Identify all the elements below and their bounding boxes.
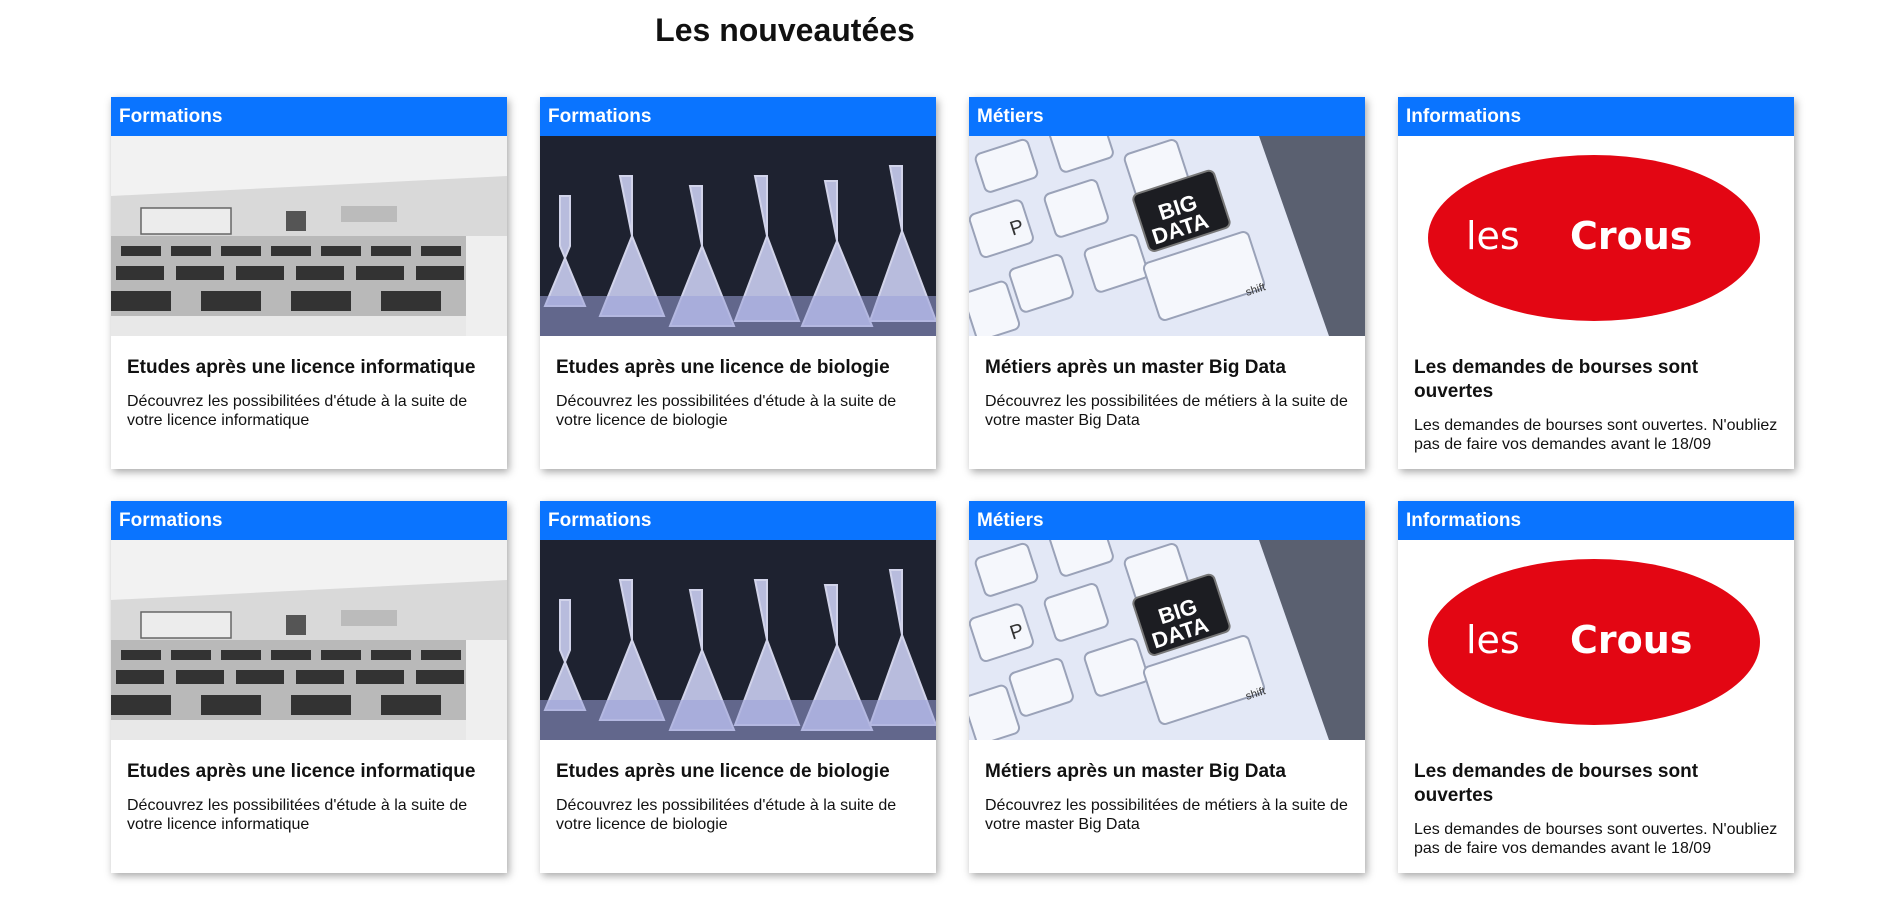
card-title: Etudes après une licence informatique <box>127 357 476 378</box>
big-data-keyboard-image: BIG DATA P shift <box>969 540 1365 740</box>
card-title: Les demandes de bourses sont ouvertes <box>1414 761 1699 806</box>
card-description: Découvrez les possibilitées d'étude à la… <box>556 797 897 833</box>
lab-flasks-image <box>540 540 936 740</box>
card-description: Les demandes de bourses sont ouvertes. N… <box>1414 417 1778 453</box>
card-category-tag: Formations <box>111 97 507 136</box>
page-title: Les nouveautées <box>655 12 915 48</box>
news-card[interactable]: Informations les Crous Les demandes de b… <box>1398 97 1794 469</box>
news-card[interactable]: Formations Etudes après une licence info… <box>111 97 507 469</box>
crous-les-text: les <box>1466 618 1520 662</box>
card-title: Etudes après une licence de biologie <box>556 357 890 378</box>
card-category-tag: Formations <box>540 501 936 540</box>
card-title: Etudes après une licence informatique <box>127 761 476 782</box>
card-category-tag: Informations <box>1398 97 1794 136</box>
card-description: Découvrez les possibilitées de métiers à… <box>985 393 1348 429</box>
news-card[interactable]: Informations les Crous Les demandes de b… <box>1398 501 1794 873</box>
crous-brand-text: Crous <box>1570 214 1692 258</box>
classroom-image <box>111 540 507 740</box>
card-category-tag: Métiers <box>969 501 1365 540</box>
news-card[interactable]: Métiers BIG DATA P shift Métiers après u… <box>969 97 1365 469</box>
news-card[interactable]: Métiers BIG DATA P shift Métiers après u… <box>969 501 1365 873</box>
crous-logo-image: les Crous <box>1398 540 1794 740</box>
classroom-image <box>111 136 507 336</box>
card-category-tag: Formations <box>540 97 936 136</box>
card-description: Découvrez les possibilitées d'étude à la… <box>127 393 468 429</box>
big-data-keyboard-image: BIG DATA P shift <box>969 136 1365 336</box>
card-title: Métiers après un master Big Data <box>985 357 1286 378</box>
card-title: Les demandes de bourses sont ouvertes <box>1414 357 1699 402</box>
card-category-tag: Formations <box>111 501 507 540</box>
crous-brand-text: Crous <box>1570 618 1692 662</box>
crous-les-text: les <box>1466 214 1520 258</box>
card-category-tag: Informations <box>1398 501 1794 540</box>
lab-flasks-image <box>540 136 936 336</box>
news-card[interactable]: Formations Etudes après une licence de b… <box>540 501 936 873</box>
card-description: Les demandes de bourses sont ouvertes. N… <box>1414 821 1778 857</box>
card-description: Découvrez les possibilitées de métiers à… <box>985 797 1348 833</box>
card-description: Découvrez les possibilitées d'étude à la… <box>127 797 468 833</box>
card-description: Découvrez les possibilitées d'étude à la… <box>556 393 897 429</box>
news-card[interactable]: Formations Etudes après une licence info… <box>111 501 507 873</box>
news-grid: Formations Etudes après une licence info… <box>111 97 1794 873</box>
crous-logo-image: les Crous <box>1398 136 1794 336</box>
card-title: Métiers après un master Big Data <box>985 761 1286 782</box>
card-category-tag: Métiers <box>969 97 1365 136</box>
card-title: Etudes après une licence de biologie <box>556 761 890 782</box>
news-card[interactable]: Formations Etudes après une licence de b… <box>540 97 936 469</box>
